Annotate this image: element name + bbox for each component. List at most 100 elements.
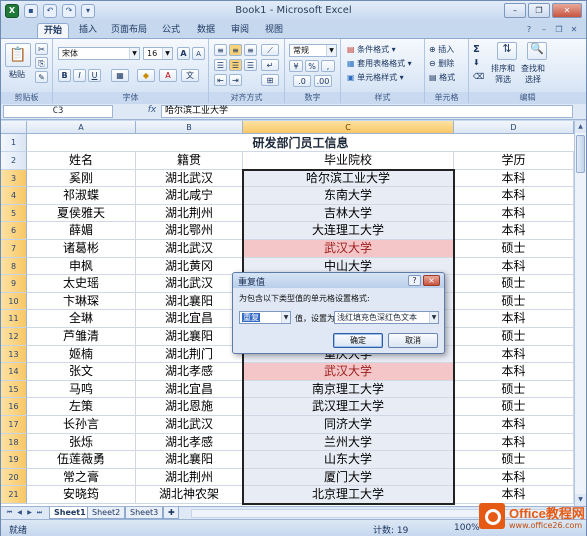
table-cell[interactable]: 诸葛彬	[27, 240, 136, 258]
school-cell[interactable]: 武汉理工大学	[243, 398, 454, 416]
sheet-tab-3[interactable]: Sheet3	[125, 507, 164, 519]
conditional-formatting-button[interactable]: ▤ 条件格式 ▾	[347, 44, 396, 55]
align-bottom-icon[interactable]: ≡	[244, 44, 257, 56]
cell-styles-button[interactable]: ▣ 单元格样式 ▾	[347, 72, 404, 83]
currency-icon[interactable]: ¥	[289, 60, 303, 72]
table-cell[interactable]: 本科	[454, 169, 574, 188]
find-select-icon[interactable]: 🔍	[527, 42, 547, 60]
table-cell[interactable]: 申枫	[27, 257, 136, 276]
school-cell[interactable]: 兰州大学	[243, 433, 454, 452]
row-header[interactable]: 12	[1, 328, 27, 346]
table-cell[interactable]: 本科	[454, 433, 574, 452]
row-header[interactable]: 8	[1, 257, 27, 276]
school-cell[interactable]: 山东大学	[243, 451, 454, 469]
school-cell[interactable]: 东南大学	[243, 187, 454, 205]
table-cell[interactable]: 本科	[454, 187, 574, 205]
table-cell[interactable]: 湖北孝感	[136, 363, 243, 381]
cancel-button[interactable]: 取消	[388, 333, 438, 348]
ok-button[interactable]: 确定	[333, 333, 383, 348]
table-cell[interactable]: 湖北襄阳	[136, 451, 243, 469]
row-header[interactable]: 15	[1, 380, 27, 399]
header-cell[interactable]: 籍贯	[136, 152, 243, 170]
table-cell[interactable]: 芦雏清	[27, 328, 136, 346]
table-cell[interactable]: 本科	[454, 257, 574, 276]
table-cell[interactable]: 硕士	[454, 328, 574, 346]
format-cells-button[interactable]: ▤ 格式	[429, 72, 455, 83]
wb-minimize-icon[interactable]: –	[538, 24, 550, 35]
row-header[interactable]: 18	[1, 433, 27, 452]
cut-icon[interactable]: ✂	[35, 43, 48, 55]
format-as-table-button[interactable]: ▦ 套用表格格式 ▾	[347, 58, 412, 69]
table-cell[interactable]: 全琳	[27, 310, 136, 328]
wrap-text-icon[interactable]: ↵	[261, 59, 279, 71]
bold-button[interactable]: B	[58, 69, 71, 82]
row-header[interactable]: 14	[1, 363, 27, 381]
grow-font-button[interactable]: A	[177, 47, 190, 60]
scroll-thumb[interactable]	[576, 135, 585, 173]
row-header[interactable]: 10	[1, 292, 27, 311]
table-cell[interactable]: 本科	[454, 345, 574, 364]
align-top-icon[interactable]: ≡	[214, 44, 227, 56]
decrease-indent-icon[interactable]: ⇤	[214, 74, 227, 86]
column-header[interactable]: D	[454, 121, 574, 134]
chevron-down-icon[interactable]: ▼	[162, 48, 172, 59]
underline-button[interactable]: U	[88, 69, 101, 82]
copy-icon[interactable]: ⎘	[35, 57, 48, 69]
row-header[interactable]: 16	[1, 398, 27, 416]
name-box[interactable]: C3	[3, 105, 113, 118]
chevron-down-icon[interactable]: ▼	[281, 312, 290, 323]
find-select-label[interactable]: 查找和 选择	[521, 63, 545, 85]
clear-icon[interactable]: ⌫	[473, 72, 484, 81]
school-cell[interactable]: 北京理工大学	[243, 486, 454, 504]
wb-close-icon[interactable]: ✕	[568, 24, 580, 35]
table-cell[interactable]: 安晓筠	[27, 486, 136, 504]
table-cell[interactable]: 马鸣	[27, 380, 136, 399]
table-cell[interactable]: 硕士	[454, 275, 574, 293]
select-all-corner[interactable]	[1, 121, 27, 134]
autosum-button[interactable]: Σ	[473, 44, 480, 55]
zoom-level[interactable]: 100%	[454, 523, 480, 533]
tab-home[interactable]: 开始	[37, 23, 69, 38]
row-header[interactable]: 9	[1, 275, 27, 293]
phonetic-icon[interactable]: 文	[181, 69, 199, 82]
table-cell[interactable]: 长孙言	[27, 416, 136, 434]
table-cell[interactable]: 太史瑶	[27, 275, 136, 293]
percent-button[interactable]: %	[305, 60, 319, 72]
row-header[interactable]: 19	[1, 451, 27, 469]
column-header[interactable]: A	[27, 121, 136, 134]
row-header[interactable]: 13	[1, 345, 27, 364]
tab-page-layout[interactable]: 页面布局	[107, 23, 151, 38]
column-header[interactable]: B	[136, 121, 243, 134]
vertical-scrollbar[interactable]: ▲ ▼	[574, 121, 586, 506]
column-header[interactable]: C	[243, 121, 454, 134]
table-cell[interactable]: 湖北武汉	[136, 275, 243, 293]
school-cell[interactable]: 同济大学	[243, 416, 454, 434]
table-cell[interactable]: 湖北襄阳	[136, 328, 243, 346]
table-cell[interactable]: 湖北黄冈	[136, 257, 243, 276]
next-sheet-icon[interactable]: ▶	[25, 508, 34, 518]
help-icon[interactable]: ?	[523, 24, 535, 35]
table-cell[interactable]: 湖北武汉	[136, 416, 243, 434]
table-cell[interactable]: 硕士	[454, 240, 574, 258]
table-cell[interactable]: 湖北神农架	[136, 486, 243, 504]
sheet-tab-1[interactable]: Sheet1	[49, 507, 91, 519]
orientation-icon[interactable]: ⟋	[261, 44, 279, 56]
wb-restore-icon[interactable]: ❐	[553, 24, 565, 35]
font-name-combo[interactable]: 宋体 ▼	[58, 47, 140, 60]
header-cell[interactable]: 学历	[454, 152, 574, 170]
table-cell[interactable]: 伍莲薇勇	[27, 451, 136, 469]
table-cell[interactable]: 本科	[454, 204, 574, 223]
dialog-help-button[interactable]: ?	[408, 275, 421, 286]
table-cell[interactable]: 常之膏	[27, 468, 136, 487]
table-cell[interactable]: 湖北荆门	[136, 345, 243, 364]
table-cell[interactable]: 本科	[454, 222, 574, 240]
sort-filter-icon[interactable]: ⇅	[497, 42, 517, 60]
align-middle-icon[interactable]: ≡	[229, 44, 242, 56]
italic-button[interactable]: I	[73, 69, 86, 82]
table-cell[interactable]: 卞琳琛	[27, 292, 136, 311]
school-cell[interactable]: 武汉大学	[243, 363, 454, 381]
table-cell[interactable]: 硕士	[454, 398, 574, 416]
table-cell[interactable]: 湖北孝感	[136, 433, 243, 452]
tab-formulas[interactable]: 公式	[155, 23, 187, 38]
row-header[interactable]: 2	[1, 152, 27, 170]
